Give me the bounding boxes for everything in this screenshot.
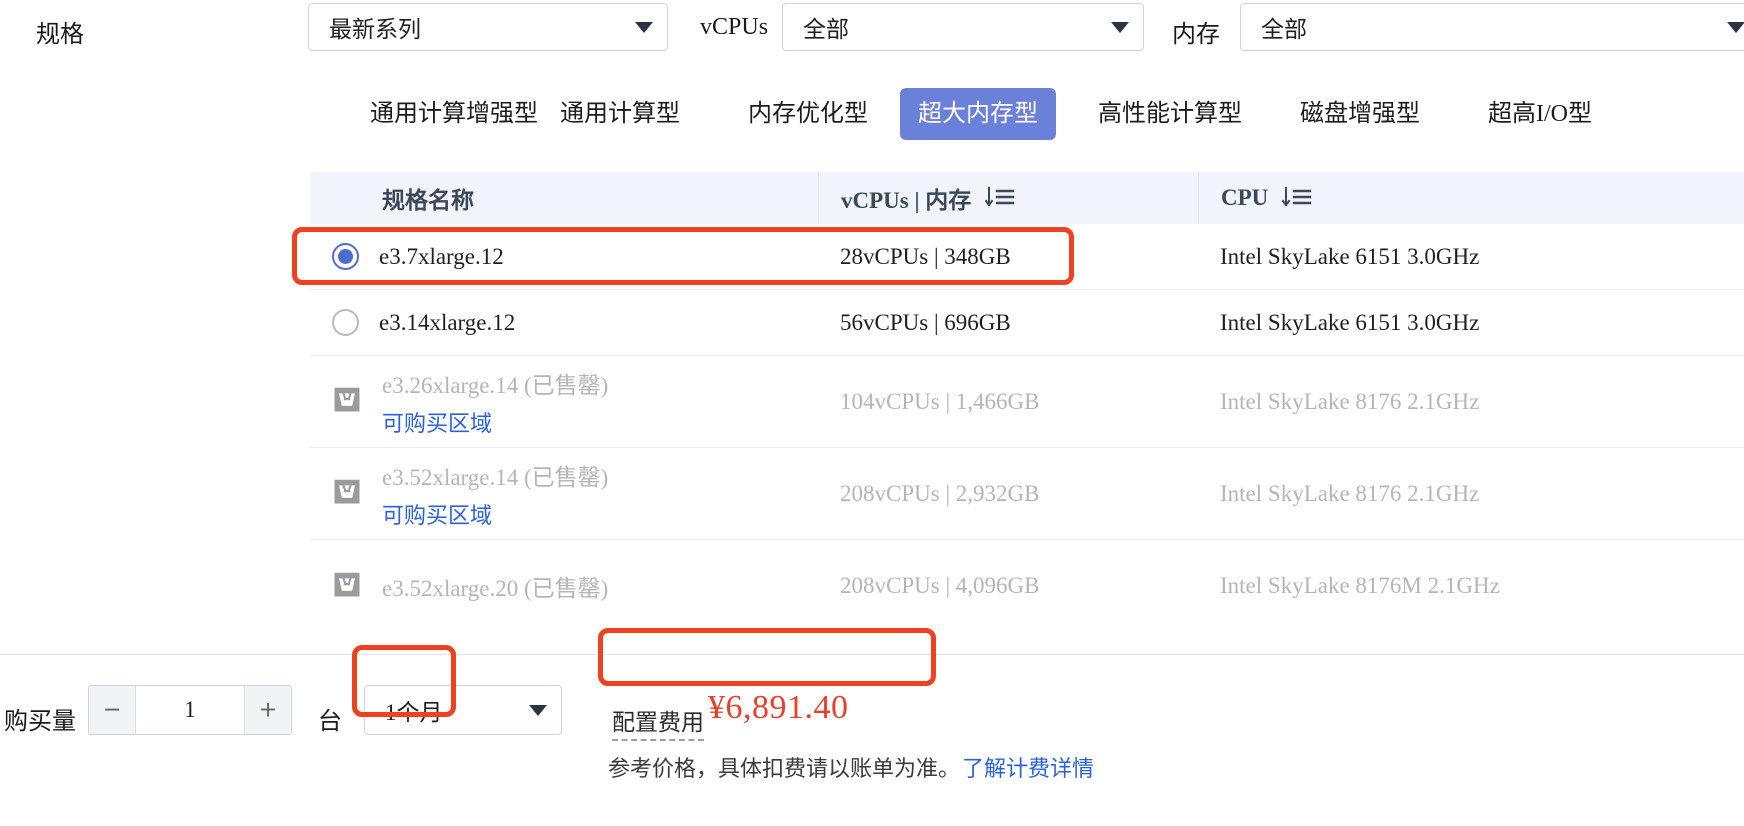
flavor-table-header: 规格名称 vCPUs | 内存 CPU bbox=[310, 172, 1744, 224]
flavor-name-cell: e3.52xlarge.20 (已售罄) bbox=[310, 569, 818, 604]
table-row[interactable]: e3.14xlarge.12 56vCPUs | 696GB Intel SkyLa… bbox=[310, 290, 1744, 356]
column-header-flavor-name: 规格名称 bbox=[310, 172, 818, 224]
series-dropdown[interactable]: 最新系列 bbox=[308, 3, 668, 51]
flavor-name-cell: e3.26xlarge.14 (已售罄) 可购买区域 bbox=[310, 366, 818, 438]
filter-row: 规格 vCPUs 内存 最新系列 全部 全部 bbox=[0, 0, 1744, 66]
flavor-name-cell: e3.52xlarge.14 (已售罄) 可购买区域 bbox=[310, 458, 818, 530]
sort-descending-icon[interactable] bbox=[1282, 186, 1312, 210]
column-header-vcpu-memory-label: vCPUs | 内存 bbox=[841, 188, 972, 213]
table-row: e3.52xlarge.20 (已售罄) 208vCPUs | 4,096GB In… bbox=[310, 540, 1744, 632]
flavor-radio-button[interactable] bbox=[332, 309, 359, 336]
shopping-cart-icon bbox=[332, 569, 362, 604]
quantity-stepper[interactable]: − 1 + bbox=[88, 685, 292, 735]
column-header-cpu[interactable]: CPU bbox=[1198, 172, 1744, 224]
filter-label-memory: 内存 bbox=[1172, 22, 1220, 48]
memory-dropdown-value: 全部 bbox=[1261, 17, 1307, 42]
instance-flavor-selector-page: 规格 vCPUs 内存 最新系列 全部 全部 通用计算增强型 通用计算型 内存优化型… bbox=[0, 0, 1744, 826]
quantity-label: 购买量 bbox=[4, 709, 76, 735]
cpu-cell: Intel SkyLake 6151 3.0GHz bbox=[1220, 243, 1480, 269]
shopping-cart-icon bbox=[332, 384, 362, 419]
quantity-value[interactable]: 1 bbox=[135, 686, 245, 734]
available-regions-link[interactable]: 可购买区域 bbox=[382, 498, 608, 530]
duration-dropdown[interactable]: 1个月 bbox=[364, 685, 562, 735]
table-row: e3.52xlarge.14 (已售罄) 可购买区域 208vCPUs | 2,93… bbox=[310, 448, 1744, 540]
quantity-increment-button[interactable]: + bbox=[245, 686, 291, 734]
tab-1[interactable]: 通用计算型 bbox=[542, 88, 698, 140]
flavor-name-label: e3.52xlarge.14 (已售罄) bbox=[382, 464, 609, 490]
series-dropdown-value: 最新系列 bbox=[329, 17, 421, 42]
filter-label-series: 规格 bbox=[36, 22, 84, 48]
shopping-cart-icon bbox=[332, 476, 362, 511]
tab-5[interactable]: 磁盘增强型 bbox=[1282, 88, 1438, 140]
purchase-bottom-bar: 购买量 − 1 + 台 1个月 配置费用 ¥6,891.40 参考价格，具体扣费… bbox=[0, 654, 1744, 826]
quantity-unit-label: 台 bbox=[318, 709, 342, 735]
vcpu-memory-cell: 28vCPUs | 348GB bbox=[840, 243, 1011, 269]
cpu-cell: Intel SkyLake 6151 3.0GHz bbox=[1220, 309, 1480, 335]
flavor-name-label: e3.26xlarge.14 (已售罄) bbox=[382, 372, 609, 398]
flavor-name-group: e3.52xlarge.20 (已售罄) bbox=[382, 569, 608, 603]
cpu-cell: Intel SkyLake 8176 2.1GHz bbox=[1220, 480, 1480, 506]
flavor-table-body: e3.7xlarge.12 28vCPUs | 348GB Intel SkyLak… bbox=[310, 224, 1744, 632]
flavor-name-group: e3.52xlarge.14 (已售罄) 可购买区域 bbox=[382, 458, 608, 530]
tab-2[interactable]: 内存优化型 bbox=[730, 88, 886, 140]
config-fee-label: 配置费用 bbox=[612, 703, 704, 741]
column-header-flavor-name-label: 规格名称 bbox=[382, 188, 474, 213]
flavor-name-label: e3.14xlarge.12 bbox=[379, 309, 516, 335]
memory-dropdown[interactable]: 全部 bbox=[1240, 3, 1744, 51]
flavor-category-tabs: 通用计算增强型 通用计算型 内存优化型 超大内存型 高性能计算型 磁盘增强型 超高I/O型 bbox=[0, 88, 1744, 144]
flavor-name-label: e3.52xlarge.20 (已售罄) bbox=[382, 576, 609, 601]
chevron-down-icon bbox=[635, 21, 653, 33]
duration-dropdown-value: 1个月 bbox=[385, 700, 443, 725]
available-regions-link[interactable]: 可购买区域 bbox=[382, 406, 608, 438]
tab-0[interactable]: 通用计算增强型 bbox=[352, 88, 556, 140]
flavor-name-group: e3.26xlarge.14 (已售罄) 可购买区域 bbox=[382, 366, 608, 438]
vcpu-memory-cell: 104vCPUs | 1,466GB bbox=[840, 388, 1040, 414]
vcpus-dropdown-value: 全部 bbox=[803, 17, 849, 42]
tab-3[interactable]: 超大内存型 bbox=[900, 88, 1056, 140]
config-fee-amount: ¥6,891.40 bbox=[708, 689, 849, 726]
cpu-cell: Intel SkyLake 8176 2.1GHz bbox=[1220, 388, 1480, 414]
column-header-cpu-label: CPU bbox=[1221, 185, 1269, 210]
sort-descending-icon[interactable] bbox=[985, 186, 1015, 210]
quantity-decrement-button[interactable]: − bbox=[89, 686, 135, 734]
billing-details-link[interactable]: 了解计费详情 bbox=[962, 751, 1094, 783]
flavor-table: 规格名称 vCPUs | 内存 CPU e3.7xlarge.12 28vCPU… bbox=[310, 172, 1744, 632]
tab-4[interactable]: 高性能计算型 bbox=[1080, 88, 1260, 140]
flavor-name-cell: e3.14xlarge.12 bbox=[310, 309, 818, 336]
cpu-cell: Intel SkyLake 8176M 2.1GHz bbox=[1220, 573, 1500, 598]
vcpu-memory-cell: 208vCPUs | 2,932GB bbox=[840, 480, 1040, 506]
chevron-down-icon bbox=[529, 704, 547, 716]
table-row[interactable]: e3.7xlarge.12 28vCPUs | 348GB Intel SkyLak… bbox=[310, 224, 1744, 290]
vcpu-memory-cell: 56vCPUs | 696GB bbox=[840, 309, 1011, 335]
chevron-down-icon bbox=[1111, 21, 1129, 33]
flavor-name-cell: e3.7xlarge.12 bbox=[310, 243, 818, 270]
price-disclaimer: 参考价格，具体扣费请以账单为准。 bbox=[608, 756, 961, 781]
flavor-name-label: e3.7xlarge.12 bbox=[379, 243, 504, 269]
column-header-vcpu-memory[interactable]: vCPUs | 内存 bbox=[818, 172, 1198, 224]
vcpu-memory-cell: 208vCPUs | 4,096GB bbox=[840, 573, 1040, 598]
tab-6[interactable]: 超高I/O型 bbox=[1470, 88, 1610, 140]
flavor-radio-button[interactable] bbox=[332, 243, 359, 270]
filter-label-vcpus: vCPUs bbox=[700, 14, 769, 40]
table-row: e3.26xlarge.14 (已售罄) 可购买区域 104vCPUs | 1,46… bbox=[310, 356, 1744, 448]
vcpus-dropdown[interactable]: 全部 bbox=[782, 3, 1144, 51]
chevron-down-icon bbox=[1727, 21, 1744, 33]
